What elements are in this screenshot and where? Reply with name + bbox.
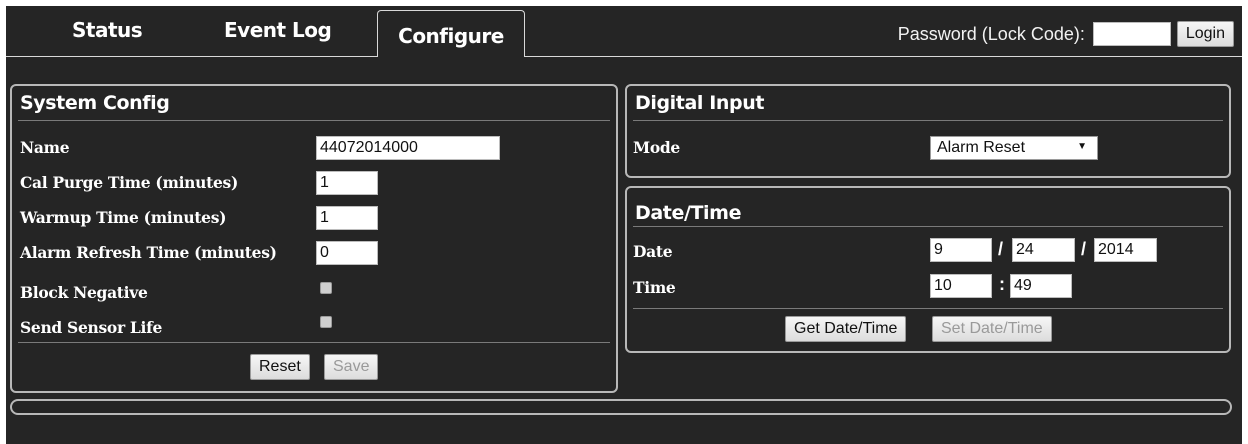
password-label: Password (Lock Code):	[897, 23, 1085, 44]
tab-event-log[interactable]: Event Log	[224, 18, 332, 42]
footer-divider	[633, 308, 1223, 309]
title-divider	[633, 226, 1223, 227]
login-button[interactable]: Login	[1176, 21, 1234, 47]
block-negative-label: Block Negative	[20, 283, 148, 302]
mode-select-value: Alarm Reset	[937, 139, 1026, 156]
login-area: Password (Lock Code): Login	[898, 21, 1234, 47]
tab-configure[interactable]: Configure	[377, 10, 525, 57]
time-label: Time	[633, 278, 676, 297]
dropdown-arrow-icon: ▼	[1077, 141, 1087, 152]
cal-purge-label: Cal Purge Time (minutes)	[20, 173, 238, 192]
block-negative-checkbox[interactable]	[320, 282, 332, 294]
name-input[interactable]: 44072014000	[316, 136, 500, 160]
year-input[interactable]: 2014	[1094, 238, 1157, 262]
warmup-label: Warmup Time (minutes)	[20, 208, 227, 227]
tab-bar: Status Event Log Configure Password (Loc…	[6, 6, 1242, 57]
month-input[interactable]: 9	[930, 238, 992, 262]
name-label: Name	[20, 138, 70, 157]
date-label: Date	[633, 242, 673, 261]
system-config-panel: System Config Name 44072014000 Cal Purge…	[10, 84, 618, 393]
mode-label: Mode	[633, 138, 680, 157]
send-sensor-life-checkbox[interactable]	[320, 316, 332, 328]
title-divider	[633, 120, 1223, 121]
day-input[interactable]: 24	[1012, 238, 1075, 262]
minute-input[interactable]: 49	[1010, 274, 1072, 298]
date-separator: /	[1081, 239, 1087, 259]
set-date-time-button[interactable]: Set Date/Time	[932, 316, 1052, 342]
app-window: Status Event Log Configure Password (Loc…	[6, 6, 1242, 444]
system-config-title: System Config	[20, 92, 170, 114]
warmup-input[interactable]: 1	[316, 206, 378, 230]
digital-input-panel: Digital Input Mode Alarm Reset ▼	[625, 84, 1231, 178]
digital-input-title: Digital Input	[635, 92, 765, 114]
mode-select[interactable]: Alarm Reset ▼	[930, 136, 1098, 160]
password-input[interactable]	[1092, 22, 1171, 46]
cal-purge-input[interactable]: 1	[316, 171, 378, 195]
save-button[interactable]: Save	[324, 354, 379, 380]
send-sensor-life-label: Send Sensor Life	[20, 318, 163, 337]
get-date-time-button[interactable]: Get Date/Time	[785, 316, 907, 342]
alarm-refresh-input[interactable]: 0	[316, 241, 378, 265]
hour-input[interactable]: 10	[930, 274, 992, 298]
date-time-title: Date/Time	[635, 202, 742, 224]
reset-button[interactable]: Reset	[250, 354, 310, 380]
status-bar	[10, 399, 1232, 415]
date-separator: /	[998, 239, 1004, 259]
date-time-panel: Date/Time Date 9 / 24 / 2014 Time 10 : 4…	[625, 186, 1231, 353]
title-divider	[18, 120, 610, 121]
tab-status[interactable]: Status	[72, 18, 143, 42]
time-separator: :	[999, 274, 1005, 294]
footer-divider	[18, 342, 610, 343]
alarm-refresh-label: Alarm Refresh Time (minutes)	[20, 243, 277, 262]
